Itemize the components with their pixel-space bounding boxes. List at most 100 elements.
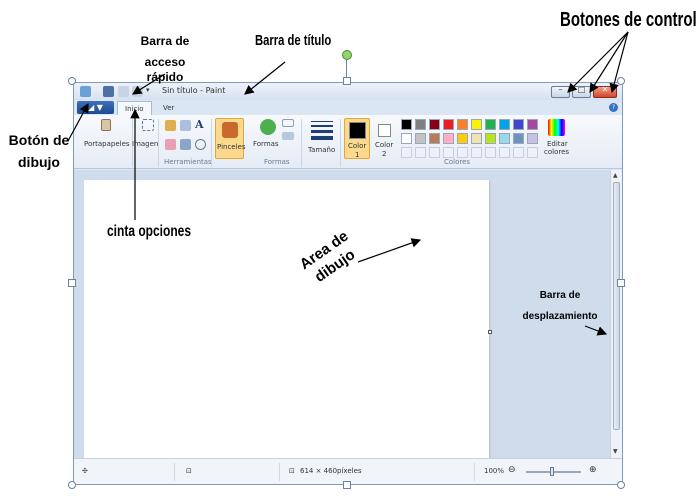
- pinceles-button[interactable]: Pinceles: [215, 118, 246, 159]
- palette-empty-swatch[interactable]: [401, 147, 412, 158]
- palette-swatch[interactable]: [457, 133, 468, 144]
- palette-empty-swatch[interactable]: [485, 147, 496, 158]
- palette-swatch[interactable]: [513, 119, 524, 130]
- paint-menu-button[interactable]: ◢ ▼: [77, 101, 114, 114]
- fill-icon[interactable]: [180, 120, 191, 131]
- tamano-button[interactable]: Tamaño: [308, 146, 335, 154]
- editar-colores-label-2[interactable]: colores: [544, 148, 569, 156]
- pencil-icon[interactable]: [165, 120, 176, 131]
- minimize-button[interactable]: –: [551, 85, 570, 98]
- select-icon[interactable]: [142, 119, 154, 131]
- palette-swatch[interactable]: [429, 119, 440, 130]
- palette-swatch[interactable]: [527, 119, 538, 130]
- palette-swatch[interactable]: [513, 133, 524, 144]
- resize-handle[interactable]: [617, 279, 625, 287]
- palette-empty-swatch[interactable]: [471, 147, 482, 158]
- ribbon-separator: [301, 119, 302, 167]
- zoom-slider-thumb[interactable]: [550, 467, 554, 476]
- zoom-in-button[interactable]: ⊕: [589, 465, 597, 475]
- fill-shape-icon[interactable]: [282, 132, 294, 140]
- editar-colores-label[interactable]: Editar: [547, 140, 568, 148]
- zoom-slider[interactable]: [526, 467, 581, 476]
- scroll-up-icon[interactable]: ▲: [613, 172, 618, 179]
- palette-swatch[interactable]: [457, 119, 468, 130]
- annotated-screenshot: ▾ Sin título - Paint – □ ✕ ◢ ▼ Inicio Ve…: [0, 0, 700, 500]
- palette-empty-swatch[interactable]: [429, 147, 440, 158]
- color1-swatch: [349, 122, 366, 139]
- palette-swatch[interactable]: [415, 133, 426, 144]
- help-icon[interactable]: ?: [609, 103, 618, 112]
- palette-swatch[interactable]: [485, 133, 496, 144]
- resize-handle[interactable]: [68, 481, 76, 489]
- resize-handle[interactable]: [68, 279, 76, 287]
- zoom-out-button[interactable]: ⊖: [508, 465, 516, 475]
- brush-icon: [222, 122, 238, 138]
- customize-quick-access-icon[interactable]: ▾: [146, 86, 152, 97]
- palette-empty-swatch[interactable]: [513, 147, 524, 158]
- palette-swatch[interactable]: [499, 133, 510, 144]
- save-icon[interactable]: [103, 86, 114, 97]
- undo-icon[interactable]: [118, 86, 129, 97]
- tab-ver[interactable]: Ver: [156, 101, 181, 115]
- annotation-barra-acceso: Barra de acceso rápido: [140, 34, 190, 84]
- palette-empty-swatch[interactable]: [527, 147, 538, 158]
- color2-swatch: [378, 124, 391, 137]
- color2-button[interactable]: Color 2: [373, 118, 397, 159]
- vertical-scrollbar[interactable]: ▲ ▼: [610, 170, 622, 458]
- palette-swatch[interactable]: [471, 133, 482, 144]
- paint-menu-icon: ◢: [88, 103, 97, 112]
- ribbon-tab-row: ◢ ▼ Inicio Ver ?: [74, 100, 622, 115]
- text-icon[interactable]: A: [195, 118, 206, 131]
- palette-empty-swatch[interactable]: [457, 147, 468, 158]
- ribbon-separator: [158, 119, 159, 167]
- palette-swatch[interactable]: [443, 119, 454, 130]
- scrollbar-thumb[interactable]: [613, 182, 620, 430]
- palette-swatch[interactable]: [471, 119, 482, 130]
- palette-swatch[interactable]: [499, 119, 510, 130]
- color-picker-icon[interactable]: [180, 139, 191, 150]
- redo-icon[interactable]: [132, 86, 143, 97]
- palette-empty-swatch[interactable]: [499, 147, 510, 158]
- palette-swatch[interactable]: [415, 119, 426, 130]
- tab-inicio[interactable]: Inicio: [117, 101, 152, 115]
- resize-handle[interactable]: [617, 77, 625, 85]
- colores-group-label: Colores: [444, 158, 471, 166]
- formas-button[interactable]: Formas: [253, 140, 279, 148]
- resize-handle[interactable]: [343, 77, 351, 85]
- size-lines-icon[interactable]: [311, 121, 333, 140]
- ribbon: Portapapeles Imagen A Herramientas Pince…: [74, 115, 622, 169]
- palette-empty-swatch[interactable]: [443, 147, 454, 158]
- color1-button[interactable]: Color 1: [344, 118, 370, 159]
- rotate-handle[interactable]: [342, 50, 352, 60]
- herramientas-group-label: Herramientas: [164, 158, 212, 166]
- clipboard-icon[interactable]: [101, 119, 111, 131]
- palette-empty-swatch[interactable]: [415, 147, 426, 158]
- portapapeles-button[interactable]: Portapapeles: [84, 140, 130, 148]
- selection-size-icon: ⊡: [186, 467, 192, 475]
- annotation-barra-titulo: Barra de título: [255, 32, 332, 49]
- palette-swatch[interactable]: [527, 133, 538, 144]
- status-separator: [174, 463, 175, 481]
- resize-handle[interactable]: [68, 77, 76, 85]
- resize-handle[interactable]: [343, 481, 351, 489]
- palette-swatch[interactable]: [401, 119, 412, 130]
- palette-swatch[interactable]: [443, 133, 454, 144]
- scroll-down-icon[interactable]: ▼: [613, 448, 618, 455]
- cursor-position-icon: ✣: [82, 467, 88, 475]
- close-button[interactable]: ✕: [593, 85, 617, 98]
- edit-colors-icon[interactable]: [548, 119, 565, 136]
- palette-swatch[interactable]: [429, 133, 440, 144]
- canvas-resize-handle[interactable]: [488, 330, 492, 334]
- outline-icon[interactable]: [282, 119, 294, 127]
- status-separator: [279, 463, 280, 481]
- window-title: Sin título - Paint: [162, 86, 226, 95]
- palette-swatch[interactable]: [401, 133, 412, 144]
- magnifier-icon[interactable]: [195, 139, 206, 150]
- maximize-button[interactable]: □: [572, 85, 591, 98]
- imagen-button[interactable]: Imagen: [132, 140, 158, 148]
- annotation-boton-dibujo: Botón de dibujo: [8, 132, 70, 170]
- eraser-icon[interactable]: [165, 139, 176, 150]
- shapes-icon[interactable]: [260, 119, 276, 135]
- palette-swatch[interactable]: [485, 119, 496, 130]
- resize-handle[interactable]: [617, 481, 625, 489]
